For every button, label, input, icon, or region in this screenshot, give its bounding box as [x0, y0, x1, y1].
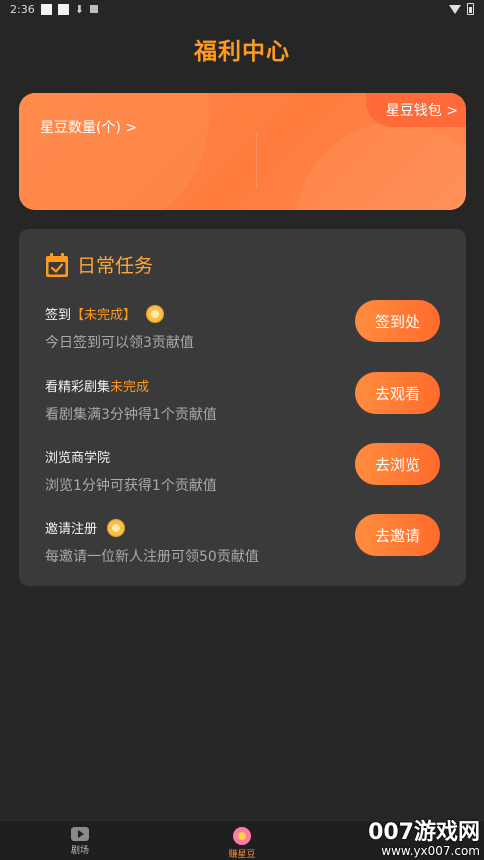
- task-name: 浏览商学院: [45, 451, 111, 466]
- bean-wallet-link[interactable]: 星豆钱包 >: [365, 93, 466, 127]
- bean-card: 星豆数量(个) > 星豆钱包 >: [19, 93, 466, 210]
- task-title-row: 浏览商学院: [45, 447, 110, 466]
- card-decoration: [296, 123, 466, 210]
- download-icon: ⬇: [74, 2, 84, 16]
- task-title-row: 邀请注册: [45, 518, 126, 537]
- page-title: 福利中心: [194, 39, 290, 65]
- task-description: 每邀请一位新人注册可领50贡献值: [45, 549, 259, 565]
- watermark-sub: www.yx007.com: [381, 844, 480, 858]
- daily-tasks-card: 日常任务 签到 【未完成】 今日签到可以领3贡献值 签到处 看精彩剧集 未完成 …: [19, 229, 466, 586]
- task-description: 浏览1分钟可获得1个贡献值: [45, 478, 217, 494]
- notification-icon: [57, 3, 69, 15]
- wifi-icon: [449, 4, 461, 14]
- task-name: 看精彩剧集: [45, 380, 111, 395]
- watermark-main: 007游戏网: [368, 820, 480, 845]
- battery-icon: [467, 3, 474, 15]
- watermark: 007游戏网 www.yx007.com: [368, 814, 480, 858]
- card-divider: [256, 133, 257, 188]
- task-description: 看剧集满3分钟得1个贡献值: [45, 407, 217, 423]
- tasks-title: 日常任务: [77, 255, 154, 277]
- card-decoration: [19, 93, 209, 210]
- tab-theater[interactable]: 剧场: [50, 823, 110, 859]
- bean-count-link[interactable]: 星豆数量(个) >: [40, 117, 137, 137]
- task-name: 邀请注册: [45, 522, 98, 537]
- tab-earn-beans[interactable]: 赚星豆: [212, 823, 272, 860]
- invite-button[interactable]: 去邀请: [355, 514, 440, 556]
- bean-icon: [233, 827, 251, 845]
- coin-icon: [107, 518, 126, 537]
- task-title-row: 签到 【未完成】: [45, 304, 165, 323]
- theater-icon: [71, 827, 89, 841]
- task-title-row: 看精彩剧集 未完成: [45, 376, 149, 395]
- tasks-header: 日常任务: [45, 251, 153, 278]
- task-name: 签到: [45, 308, 72, 323]
- status-bar: 2:36 ⬇: [0, 0, 484, 18]
- browse-button[interactable]: 去浏览: [355, 443, 440, 485]
- task-description: 今日签到可以领3贡献值: [45, 335, 194, 351]
- task-status: 【未完成】: [71, 308, 137, 323]
- checkin-button[interactable]: 签到处: [355, 300, 440, 342]
- coin-icon: [146, 304, 165, 323]
- watch-button[interactable]: 去观看: [355, 372, 440, 414]
- notification-icon: [40, 3, 52, 15]
- tab-label: 剧场: [70, 846, 89, 856]
- status-time: 2:36: [10, 2, 35, 16]
- calendar-icon: [45, 252, 69, 278]
- task-status: 未完成: [110, 380, 150, 395]
- settings-icon: [89, 5, 98, 13]
- tab-label: 赚星豆: [228, 850, 256, 860]
